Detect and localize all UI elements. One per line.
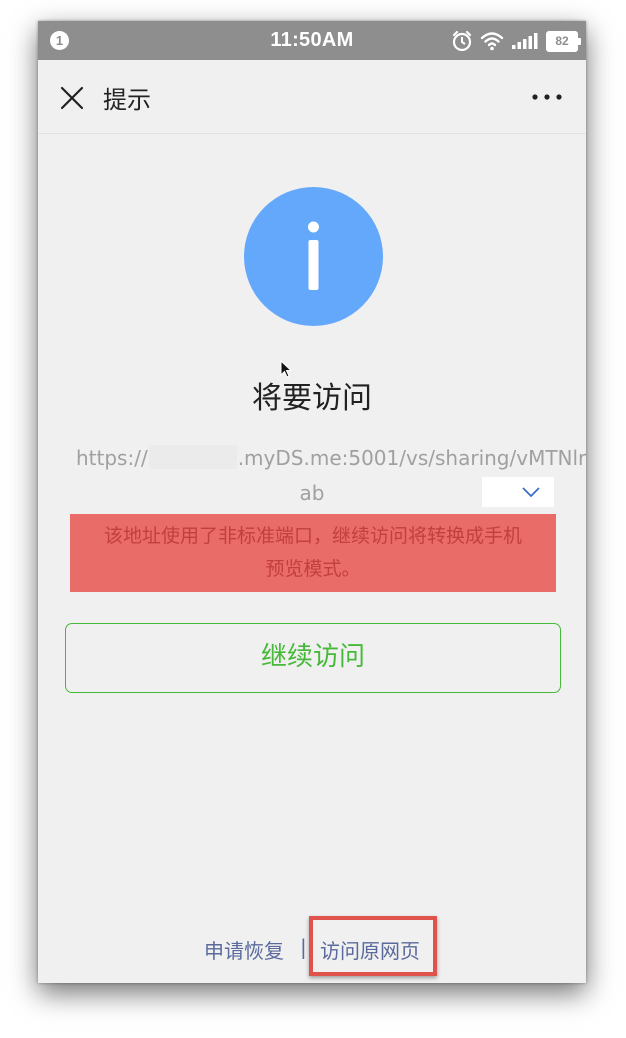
battery-icon: 82 [546,30,581,52]
status-icons: 82 [451,28,581,54]
warning-line-2: 预览模式。 [265,558,361,580]
nav-bar: 提示 [38,60,586,134]
signal-icon [512,33,538,49]
link-separator: | [300,935,307,959]
close-icon[interactable] [58,84,86,112]
page-title: 提示 [103,86,151,114]
highlight-annotation [309,916,437,976]
more-icon[interactable] [530,86,564,108]
chevron-down-icon [522,487,540,498]
warning-line-1: 该地址使用了非标准端口，继续访问将转换成手机 [103,525,522,547]
status-bar: 1 11:50AM 82 [38,21,586,60]
heading: 将要访问 [252,381,372,416]
url-redaction [148,445,237,469]
expand-url-button[interactable] [482,477,554,507]
url-line-1: https:// .myDS.me:5001/vs/sharing/vMTNlr [76,445,586,470]
wifi-icon [480,32,504,51]
phone-screen: 1 11:50AM 82 提示 将要访问 https:// .myDS.me:5… [38,21,586,983]
info-icon [244,187,383,326]
warning-banner: 该地址使用了非标准端口，继续访问将转换成手机 预览模式。 [70,514,556,592]
alarm-icon [452,30,472,52]
url-suffix: .myDS.me:5001/vs/sharing/vMTNlr [237,446,586,470]
url-prefix: https:// [76,446,148,470]
reapply-link[interactable]: 申请恢复 [204,935,284,964]
continue-button[interactable]: 继续访问 [65,623,561,693]
